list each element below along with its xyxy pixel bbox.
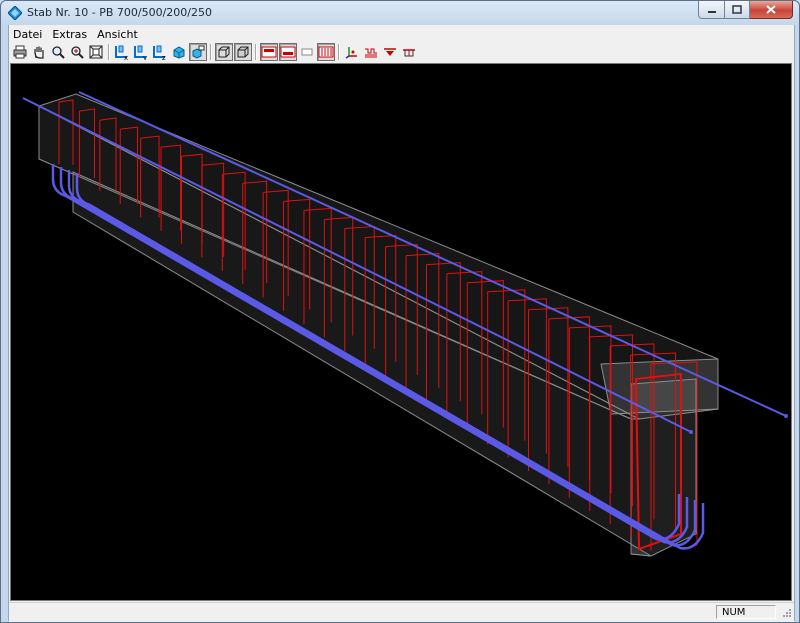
zoom-extents-icon [89,45,103,59]
resize-grip-icon[interactable] [780,608,792,620]
section-plain-button[interactable] [298,43,316,61]
minimize-button[interactable] [698,1,725,19]
menu-ansicht[interactable]: Ansicht [93,26,144,42]
toolbar-separator [210,44,212,60]
menu-bar: Datei Extras Ansicht [9,26,144,42]
menu-extras[interactable]: Extras [48,26,93,42]
iso-view-active-icon [192,45,205,59]
zoom-extents-button[interactable] [87,43,105,61]
maximize-button[interactable] [725,1,750,19]
zoom-button[interactable] [49,43,67,61]
zoom-window-button[interactable] [68,43,86,61]
axes-button[interactable] [343,43,361,61]
close-icon [766,5,776,14]
section-top-icon [261,46,277,58]
section-top-button[interactable] [260,43,278,61]
rebar-layer-button[interactable] [362,43,380,61]
longitudinal-bar-top [22,97,692,433]
support-icon [384,48,396,56]
axes-icon [345,47,357,59]
toolbar: x y z [9,42,794,62]
support-button[interactable] [381,43,399,61]
bar-end-marker [784,414,788,418]
client-area: Datei Extras Ansicht x y z NUM [8,25,795,622]
wireframe-button[interactable] [215,43,233,61]
application-window: Stab Nr. 10 - PB 700/500/200/250 Datei E… [0,0,800,623]
wireframe-icon [218,46,230,58]
section-button[interactable] [400,43,418,61]
view-x-button[interactable]: x [113,43,131,61]
view-z-button[interactable]: z [151,43,169,61]
print-icon [13,45,27,59]
iso-view-icon [173,46,185,59]
view-x-icon: x [115,45,128,60]
svg-text:x: x [124,54,128,60]
window-title: Stab Nr. 10 - PB 700/500/200/250 [27,6,212,19]
toolbar-separator [108,44,110,60]
app-icon [8,6,22,20]
iso-view-button[interactable] [170,43,188,61]
pan-hand-icon [34,46,44,59]
close-button[interactable] [750,1,793,19]
section-bottom-icon [280,46,296,58]
section-icon [403,49,415,57]
section-bottom-button[interactable] [279,43,297,61]
print-button[interactable] [11,43,29,61]
num-lock-indicator: NUM [716,605,776,619]
solid-icon [237,46,249,58]
3d-viewport[interactable] [10,63,792,601]
view-y-icon: y [134,45,147,60]
toolbar-separator [255,44,257,60]
section-plain-icon [301,48,313,56]
status-bar: NUM [9,602,794,622]
toolbar-separator [338,44,340,60]
iso-view-active-button[interactable] [189,43,207,61]
minimize-icon [707,10,716,13]
title-bar[interactable]: Stab Nr. 10 - PB 700/500/200/250 [1,1,799,25]
stirrups-button[interactable] [317,43,335,61]
zoom-window-icon [71,46,84,59]
menu-datei[interactable]: Datei [9,26,48,42]
rebar-layer-icon [365,48,377,58]
view-z-icon: z [153,45,166,60]
solid-button[interactable] [234,43,252,61]
beam-3d-rendering [22,91,788,557]
caption-buttons [698,1,793,19]
pan-button[interactable] [30,43,48,61]
svg-text:y: y [143,54,147,60]
maximize-icon [732,5,742,14]
view-y-button[interactable]: y [132,43,150,61]
bar-end-marker [689,430,693,434]
zoom-icon [52,46,65,59]
stirrups-icon [318,46,334,58]
svg-text:z: z [162,54,166,60]
